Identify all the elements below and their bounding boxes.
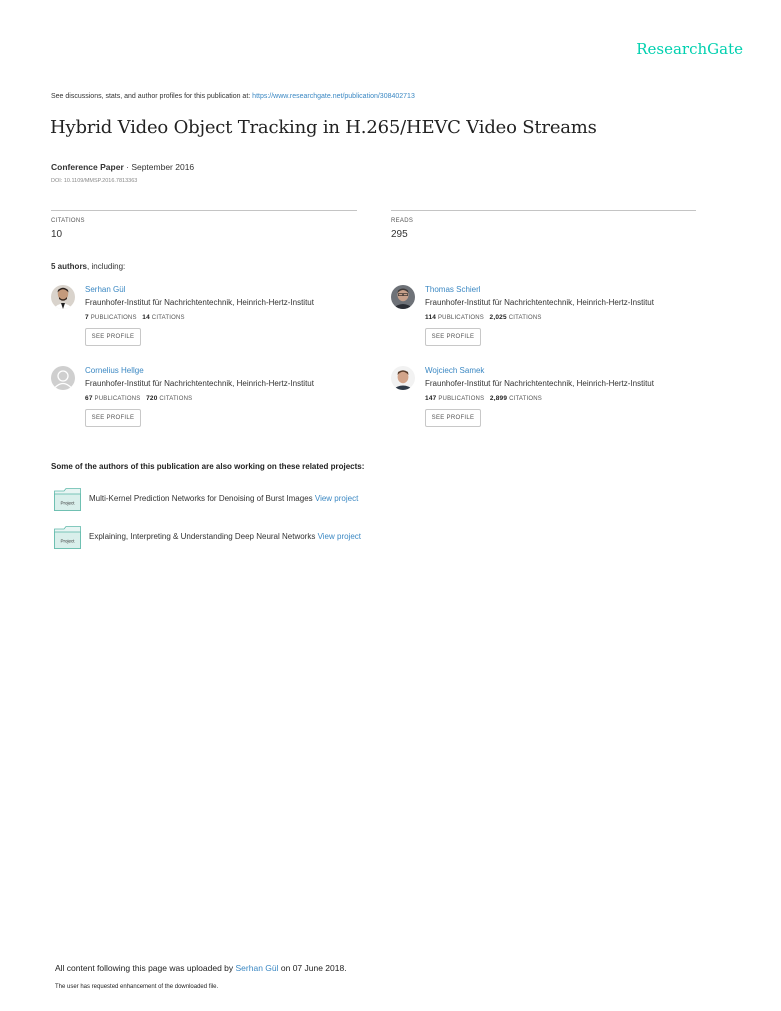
project-folder-icon: Project — [54, 488, 81, 511]
project-title: Multi-Kernel Prediction Networks for Den… — [89, 494, 313, 503]
publications-label: PUBLICATIONS — [437, 315, 484, 321]
publication-url-link[interactable]: https://www.researchgate.net/publication… — [252, 93, 415, 100]
author-photo-icon[interactable] — [51, 285, 75, 309]
author-stats: 7 PUBLICATIONS 14 CITATIONS — [85, 314, 185, 321]
default-user-icon[interactable] — [51, 366, 75, 390]
author-name-link[interactable]: Thomas Schierl — [425, 285, 481, 294]
project-text: Explaining, Interpreting & Understanding… — [89, 532, 361, 541]
author-stats: 67 PUBLICATIONS 720 CITATIONS — [85, 395, 192, 402]
author-photo-icon[interactable] — [391, 366, 415, 390]
see-profile-button[interactable]: SEE PROFILE — [85, 409, 141, 427]
discussion-prefix: See discussions, stats, and author profi… — [51, 93, 253, 100]
author-name-link[interactable]: Wojciech Samek — [425, 366, 484, 375]
publication-date: September 2016 — [131, 162, 195, 172]
author-stats: 114 PUBLICATIONS 2,025 CITATIONS — [425, 314, 542, 321]
author-stats: 147 PUBLICATIONS 2,899 CITATIONS — [425, 395, 542, 402]
author-card: Cornelius Hellge Fraunhofer-Institut für… — [51, 366, 381, 436]
upload-note: All content following this page was uplo… — [55, 963, 347, 973]
researchgate-logo[interactable]: ResearchGate — [636, 40, 743, 58]
publications-label: PUBLICATIONS — [90, 315, 137, 321]
citations-count: 2,025 — [489, 314, 507, 321]
related-projects-heading: Some of the authors of this publication … — [51, 462, 365, 471]
reads-label: READS — [391, 218, 414, 224]
publications-label: PUBLICATIONS — [438, 396, 485, 402]
reads-divider — [391, 210, 696, 211]
citations-value: 10 — [51, 229, 63, 240]
citations-count: 2,899 — [489, 395, 508, 402]
project-title: Explaining, Interpreting & Understanding… — [89, 532, 316, 541]
author-name-link[interactable]: Cornelius Hellge — [85, 366, 144, 375]
authors-suffix: , including: — [87, 262, 126, 271]
author-institution: Fraunhofer-Institut für Nachrichtentechn… — [425, 298, 654, 307]
author-card: Serhan Gül Fraunhofer-Institut für Nachr… — [51, 285, 381, 355]
author-institution: Fraunhofer-Institut für Nachrichtentechn… — [425, 379, 654, 388]
publication-doi: DOI: 10.1109/MMSP.2016.7813363 — [51, 178, 138, 184]
uploader-link[interactable]: Serhan Gül — [236, 963, 279, 973]
publications-count: 147 — [425, 395, 437, 402]
project-text: Multi-Kernel Prediction Networks for Den… — [89, 494, 358, 503]
author-card: Thomas Schierl Fraunhofer-Institut für N… — [391, 285, 721, 355]
upload-suffix: on 07 June 2018. — [278, 963, 347, 973]
see-profile-button[interactable]: SEE PROFILE — [425, 409, 481, 427]
citations-count: 720 — [146, 395, 158, 402]
discussion-line: See discussions, stats, and author profi… — [51, 93, 415, 100]
citations-label: CITATIONS — [51, 218, 85, 224]
author-photo-icon[interactable] — [391, 285, 415, 309]
reads-value: 295 — [391, 229, 408, 240]
publications-label: PUBLICATIONS — [94, 396, 141, 402]
publication-title: Hybrid Video Object Tracking in H.265/HE… — [50, 117, 597, 138]
publication-meta: Conference Paper · September 2016 — [51, 162, 194, 172]
author-card: Wojciech Samek Fraunhofer-Institut für N… — [391, 366, 721, 436]
citations-label: CITATIONS — [159, 396, 193, 402]
view-project-link[interactable]: View project — [315, 494, 358, 503]
publications-count: 7 — [85, 314, 89, 321]
upload-prefix: All content following this page was uplo… — [55, 963, 236, 973]
author-name-link[interactable]: Serhan Gül — [85, 285, 125, 294]
authors-heading: 5 authors, including: — [51, 262, 125, 271]
author-institution: Fraunhofer-Institut für Nachrichtentechn… — [85, 298, 314, 307]
see-profile-button[interactable]: SEE PROFILE — [425, 328, 481, 346]
citations-label: CITATIONS — [509, 396, 542, 402]
enhancement-note: The user has requested enhancement of th… — [55, 984, 219, 990]
see-profile-button[interactable]: SEE PROFILE — [85, 328, 141, 346]
view-project-link[interactable]: View project — [318, 532, 361, 541]
author-institution: Fraunhofer-Institut für Nachrichtentechn… — [85, 379, 314, 388]
publication-type: Conference Paper — [51, 162, 124, 172]
publications-count: 114 — [425, 314, 437, 321]
citations-label: CITATIONS — [151, 315, 185, 321]
authors-count: 5 authors — [51, 262, 88, 271]
citations-label: CITATIONS — [508, 315, 542, 321]
project-folder-icon: Project — [54, 526, 81, 549]
publications-count: 67 — [85, 395, 93, 402]
project-icon-label: Project — [60, 501, 75, 506]
project-icon-label: Project — [60, 539, 75, 544]
citations-divider — [51, 210, 357, 211]
citations-count: 14 — [142, 314, 150, 321]
